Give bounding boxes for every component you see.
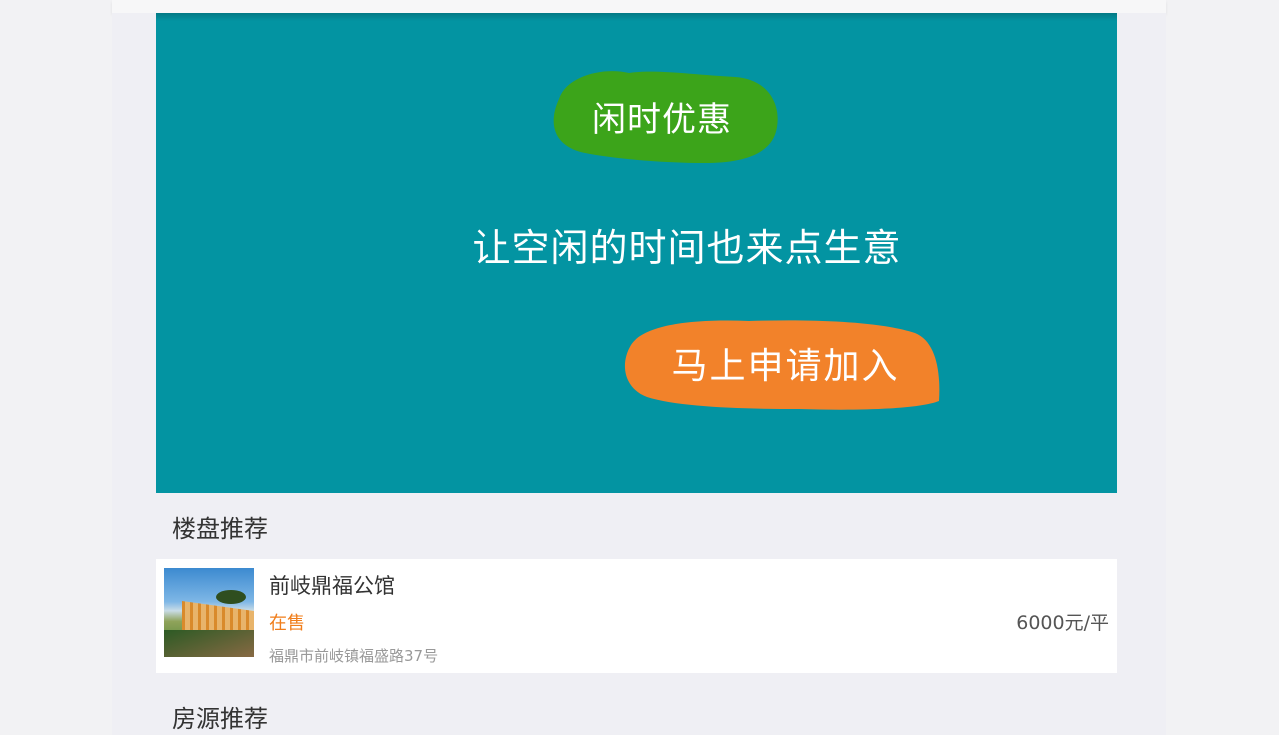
building-name: 前岐鼎福公馆 xyxy=(269,574,395,598)
photo-tree xyxy=(216,590,246,604)
building-price: 6000元/平 xyxy=(1016,612,1109,634)
banner-top-shadow xyxy=(156,13,1117,21)
building-address: 福鼎市前岐镇福盛路37号 xyxy=(269,647,439,665)
promo-label: 闲时优惠 xyxy=(592,99,732,140)
building-card[interactable]: 前岐鼎福公馆 在售 福鼎市前岐镇福盛路37号 6000元/平 xyxy=(156,559,1117,673)
banner-tagline: 让空闲的时间也来点生意 xyxy=(472,226,902,270)
apply-join-label: 马上申请加入 xyxy=(671,346,900,387)
apply-join-button[interactable]: 马上申请加入 xyxy=(619,315,942,411)
promo-banner[interactable]: 闲时优惠 让空闲的时间也来点生意 马上申请加入 xyxy=(156,13,1117,493)
building-photo xyxy=(164,568,254,657)
page-container: 闲时优惠 让空闲的时间也来点生意 马上申请加入 楼盘推荐 前岐鼎福公馆 在售 福… xyxy=(112,13,1166,735)
recommended-buildings-title: 楼盘推荐 xyxy=(172,515,268,543)
recommended-listings-title: 房源推荐 xyxy=(172,705,268,733)
off-peak-promo-badge: 闲时优惠 xyxy=(545,67,779,165)
top-header-bar xyxy=(112,0,1166,13)
building-status: 在售 xyxy=(269,613,305,634)
photo-ground xyxy=(164,630,254,657)
